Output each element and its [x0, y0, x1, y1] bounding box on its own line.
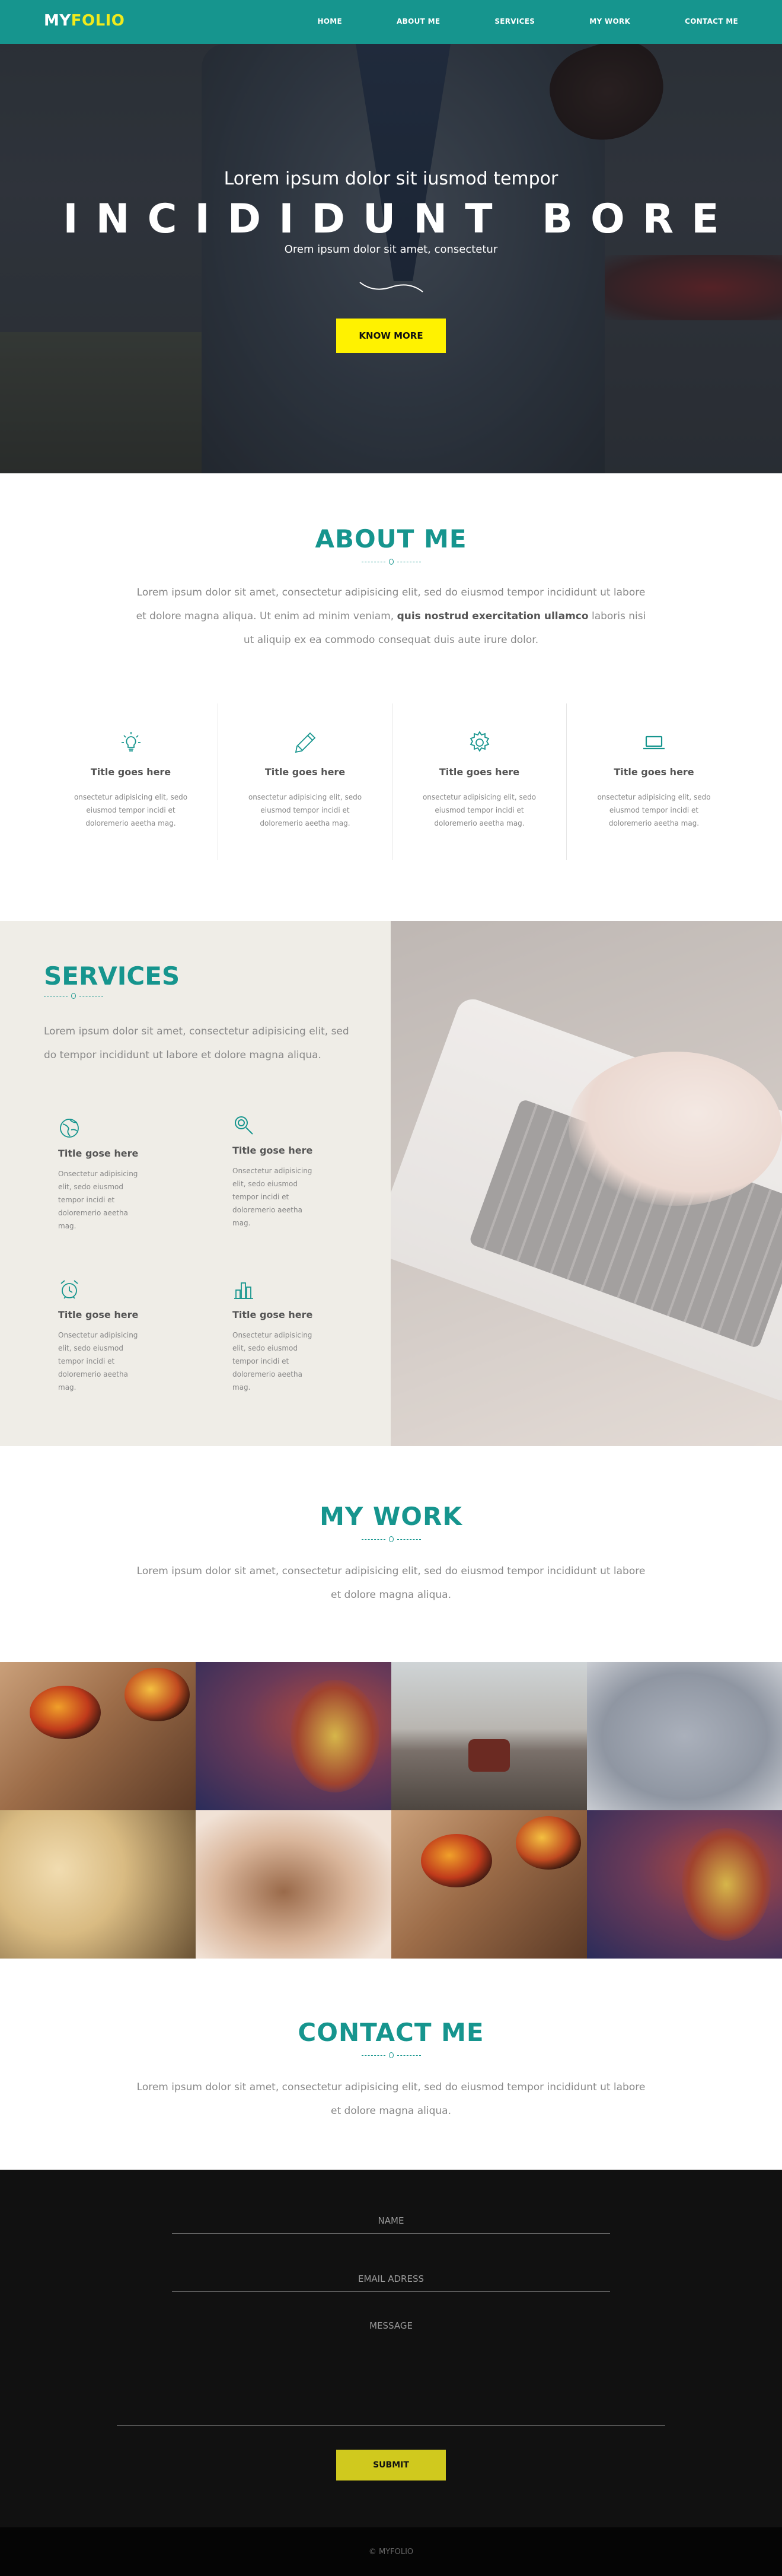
portfolio-item[interactable] [0, 1662, 196, 1810]
feature-card: Title goes here onsectetur adipisicing e… [218, 703, 392, 860]
portfolio-item[interactable] [0, 1810, 196, 1959]
nav-contact-link[interactable]: CONTACT ME [685, 17, 738, 26]
hero-banner: Lorem ipsum dolor sit iusmod tempor INCI… [0, 0, 782, 473]
feature-text: onsectetur adipisicing elit, sedo eiusmo… [422, 793, 537, 827]
portfolio-item[interactable] [587, 1662, 782, 1810]
hero-curve-ornament [359, 282, 423, 292]
services-title: SERVICES [44, 961, 180, 991]
portfolio-item[interactable] [587, 1810, 782, 1959]
lightbulb-icon [121, 732, 141, 752]
service-text: Onsectetur adipisicing elit, sedo eiusmo… [232, 1167, 312, 1227]
nav-services-link[interactable]: SERVICES [494, 17, 535, 26]
about-text-bold: quis nostrud exercitation ullamco [397, 610, 589, 622]
portfolio-gallery [0, 1662, 782, 1959]
contact-form: SUBMIT [0, 2170, 782, 2527]
work-divider [361, 1536, 421, 1544]
logo-part-1: MY [44, 12, 71, 30]
work-text: Lorem ipsum dolor sit amet, consectetur … [136, 1565, 646, 1601]
service-title: Title gose here [232, 1309, 313, 1320]
top-navbar: MYFOLIO HOME ABOUT ME SERVICES MY WORK C… [0, 0, 782, 44]
feature-card: Title goes here onsectetur adipisicing e… [392, 703, 567, 860]
gear-icon [470, 731, 489, 752]
nav-work-link[interactable]: MY WORK [589, 17, 630, 26]
service-item: Title gose here Onsectetur adipisicing e… [232, 1278, 351, 1394]
portfolio-item[interactable] [196, 1810, 391, 1959]
footer: © MYFOLIO [0, 2527, 782, 2576]
service-text: Onsectetur adipisicing elit, sedo eiusmo… [58, 1170, 138, 1230]
portfolio-item[interactable] [196, 1662, 391, 1810]
about-title: ABOUT ME [315, 524, 467, 553]
about-text: Lorem ipsum dolor sit amet, consectetur … [130, 581, 652, 652]
about-divider [361, 558, 421, 566]
service-title: Title gose here [58, 1148, 139, 1159]
feature-title: Title goes here [264, 766, 346, 778]
hero-subtitle: Lorem ipsum dolor sit iusmod tempor [224, 168, 558, 189]
portfolio-item[interactable] [391, 1662, 587, 1810]
work-title: MY WORK [320, 1502, 462, 1531]
contact-text: Lorem ipsum dolor sit amet, consectetur … [136, 2081, 646, 2117]
services-panel: SERVICES Lorem ipsum dolor sit amet, con… [0, 921, 391, 1446]
laptop-icon [643, 735, 665, 750]
contact-section: CONTACT ME Lorem ipsum dolor sit amet, c… [0, 1959, 782, 2170]
service-item: Title gose here Onsectetur adipisicing e… [232, 1114, 351, 1230]
nav-about-link[interactable]: ABOUT ME [397, 17, 440, 26]
logo-part-2: FOLIO [71, 12, 125, 30]
alarm-clock-icon [60, 1280, 78, 1299]
pencil-icon [295, 732, 315, 753]
service-text: Onsectetur adipisicing elit, sedo eiusmo… [58, 1331, 138, 1392]
nav-home-link[interactable]: HOME [317, 17, 342, 26]
work-section: MY WORK Lorem ipsum dolor sit amet, cons… [0, 1446, 782, 1662]
services-text: Lorem ipsum dolor sit amet, consectetur … [44, 1026, 349, 1061]
service-title: Title gose here [232, 1145, 313, 1156]
services-image [391, 921, 782, 1446]
know-more-button[interactable]: KNOW MORE [336, 319, 446, 353]
service-title: Title gose here [58, 1309, 139, 1320]
image-veil [391, 921, 782, 1446]
feature-text: onsectetur adipisicing elit, sedo eiusmo… [597, 793, 711, 827]
feature-card: Title goes here onsectetur adipisicing e… [44, 703, 218, 860]
portfolio-item[interactable] [391, 1810, 587, 1959]
feature-title: Title goes here [439, 766, 520, 778]
contact-divider [361, 2052, 421, 2060]
submit-button[interactable]: SUBMIT [336, 2450, 446, 2481]
feature-text: onsectetur adipisicing elit, sedo eiusmo… [74, 793, 188, 827]
page: MYFOLIO HOME ABOUT ME SERVICES MY WORK C… [0, 0, 782, 2576]
service-item: Title gose here Onsectetur adipisicing e… [58, 1117, 177, 1233]
email-field[interactable] [172, 2266, 610, 2292]
copyright-text: © MYFOLIO [368, 2548, 414, 2556]
bar-chart-icon [234, 1282, 253, 1299]
contact-title: CONTACT ME [298, 2018, 484, 2047]
service-item: Title gose here Onsectetur adipisicing e… [58, 1278, 177, 1394]
magnifier-icon [235, 1116, 253, 1135]
feature-card: Title goes here onsectetur adipisicing e… [567, 703, 741, 860]
message-field[interactable] [117, 2317, 665, 2426]
hero-title: INCIDIDUNT BORE [63, 196, 737, 243]
service-text: Onsectetur adipisicing elit, sedo eiusmo… [232, 1331, 312, 1392]
feature-title: Title goes here [614, 766, 694, 778]
name-field[interactable] [172, 2208, 610, 2234]
services-section: SERVICES Lorem ipsum dolor sit amet, con… [0, 921, 782, 1446]
main-menu: HOME ABOUT ME SERVICES MY WORK CONTACT M… [317, 17, 738, 26]
feature-title: Title goes here [90, 766, 171, 778]
about-features: Title goes here onsectetur adipisicing e… [0, 703, 782, 860]
site-logo[interactable]: MYFOLIO [44, 12, 125, 30]
feature-text: onsectetur adipisicing elit, sedo eiusmo… [248, 793, 362, 827]
hero-tagline: Orem ipsum dolor sit amet, consectetur [284, 243, 498, 256]
services-divider [44, 992, 103, 1001]
globe-icon [60, 1119, 79, 1138]
